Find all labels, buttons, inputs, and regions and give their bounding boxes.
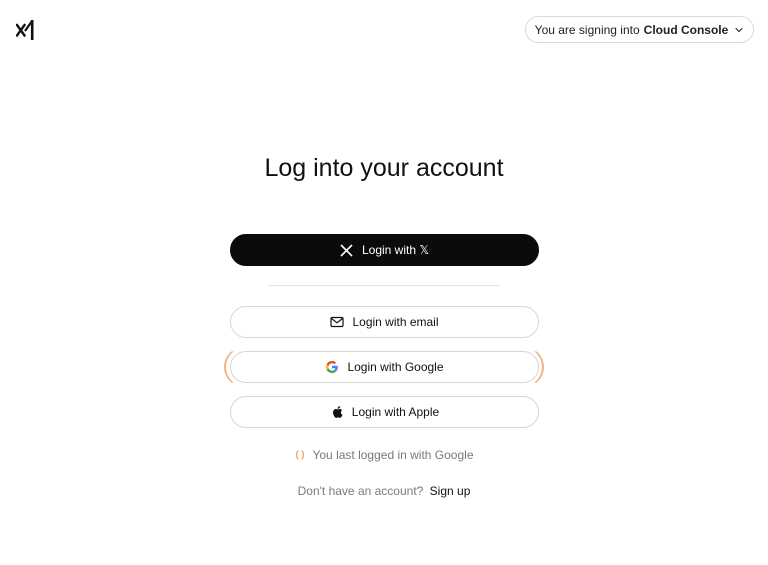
- last-login-note: You last logged in with Google: [0, 448, 768, 462]
- x-logo-icon: [340, 243, 354, 257]
- login-page: You are signing into Cloud Console Log i…: [0, 0, 768, 565]
- login-with-google-button[interactable]: Login with Google: [230, 351, 539, 383]
- login-with-email-button[interactable]: Login with email: [230, 306, 539, 338]
- product-context-selector[interactable]: You are signing into Cloud Console: [525, 16, 754, 43]
- divider: [268, 285, 500, 286]
- last-login-indicator-icon: [296, 450, 305, 460]
- context-prefix: You are signing into: [534, 22, 640, 37]
- login-with-apple-label: Login with Apple: [351, 405, 440, 419]
- login-with-x-button[interactable]: Login with 𝕏: [230, 234, 539, 266]
- signup-row: Don't have an account? Sign up: [0, 484, 768, 498]
- signup-prompt: Don't have an account?: [297, 484, 424, 498]
- login-with-google-label: Login with Google: [347, 360, 444, 374]
- context-product: Cloud Console: [643, 22, 729, 37]
- mail-icon: [330, 315, 345, 329]
- login-with-x-label: Login with 𝕏: [361, 243, 430, 257]
- signup-link[interactable]: Sign up: [430, 484, 471, 498]
- last-login-text: You last logged in with Google: [312, 448, 474, 462]
- login-with-email-label: Login with email: [352, 315, 439, 329]
- google-icon: [325, 360, 339, 374]
- page-title: Log into your account: [264, 154, 504, 182]
- login-with-apple-button[interactable]: Login with Apple: [230, 396, 539, 428]
- chevron-down-icon: [735, 27, 743, 32]
- apple-icon: [330, 405, 344, 419]
- xai-logo-icon[interactable]: [16, 19, 36, 41]
